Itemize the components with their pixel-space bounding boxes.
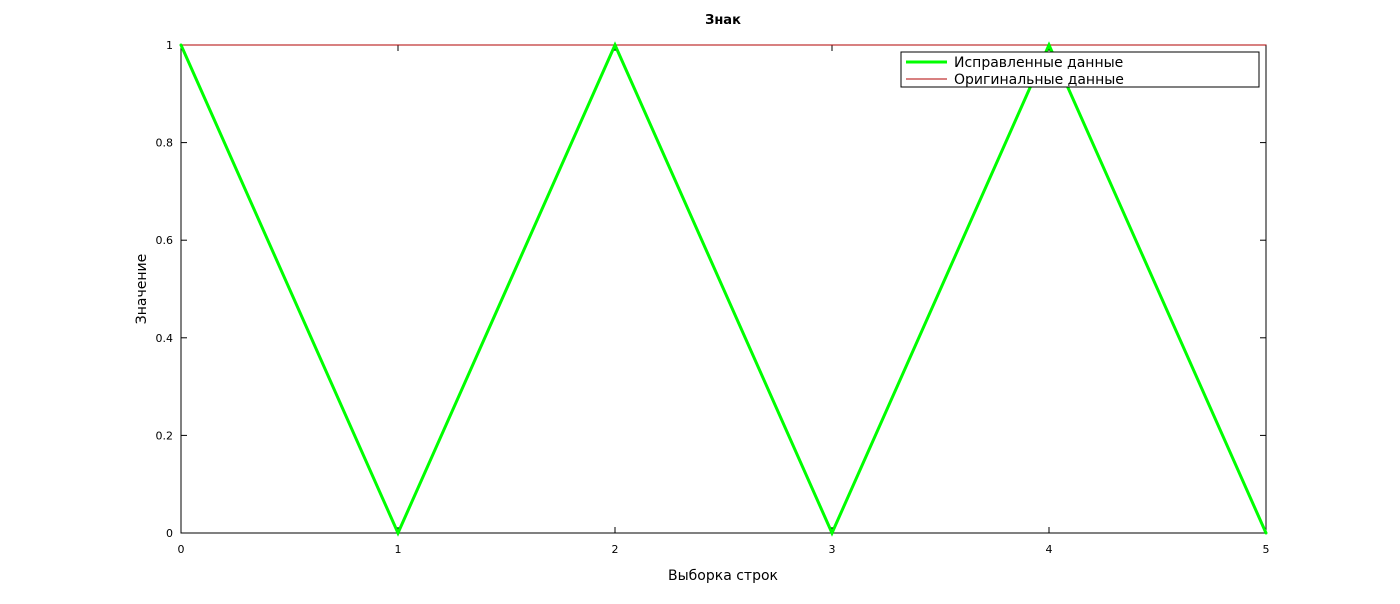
data-point-original — [397, 44, 399, 46]
data-point-corrected — [396, 531, 400, 535]
chart-svg: 0 1 2 3 4 5 0 0.2 0.4 0.6 0.8 1 Исправленные данные… — [134, 13, 1270, 584]
y-tick-label: 0.4 — [156, 332, 174, 345]
chart: 0 1 2 3 4 5 0 0.2 0.4 0.6 0.8 1 Исправленные данные… — [0, 0, 1400, 600]
x-tick-label: 3 — [829, 543, 836, 556]
y-axis-label: Значение — [134, 254, 150, 324]
legend-label: Оригинальные данные — [954, 72, 1124, 88]
x-tick-label: 1 — [395, 543, 402, 556]
x-tick-label: 5 — [1263, 543, 1270, 556]
y-tick-label: 0.8 — [156, 137, 174, 150]
chart-title: Знак — [705, 13, 741, 28]
series-line-corrected — [179, 41, 1268, 537]
data-point-corrected — [1264, 531, 1268, 535]
x-tick-label: 2 — [612, 543, 619, 556]
data-point-corrected — [179, 43, 183, 47]
data-point-original — [831, 44, 833, 46]
legend-label: Исправленные данные — [954, 55, 1123, 71]
y-tick-label: 0.2 — [156, 429, 174, 442]
x-axis-label: Выборка строк — [668, 568, 778, 584]
y-tick-label: 0.6 — [156, 234, 174, 247]
data-point-original — [1265, 44, 1267, 46]
y-tick-label: 0 — [166, 527, 173, 540]
data-point-corrected — [613, 43, 617, 47]
data-point-corrected — [1047, 43, 1051, 47]
data-point-corrected — [830, 531, 834, 535]
x-tick-label: 0 — [178, 543, 185, 556]
y-tick-label: 1 — [166, 39, 173, 52]
x-tick-label: 4 — [1046, 543, 1053, 556]
